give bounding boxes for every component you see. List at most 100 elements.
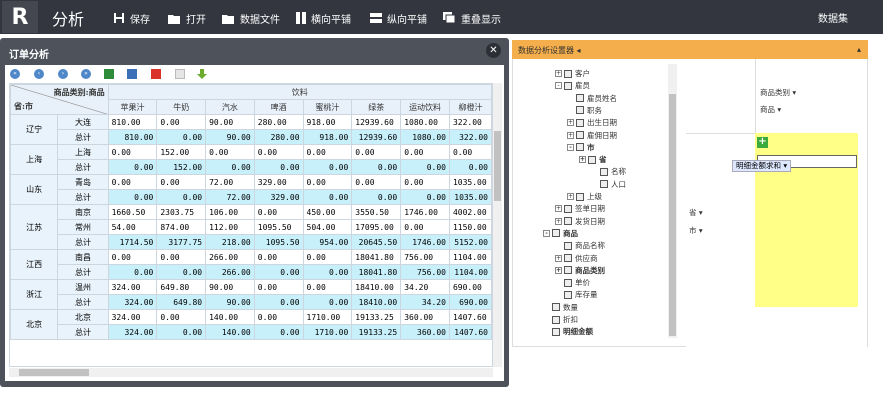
city-cell[interactable]: 常州	[57, 219, 109, 235]
value-cell[interactable]: 1080.00	[400, 114, 450, 130]
value-cell[interactable]: 90.00	[205, 294, 255, 310]
save-button[interactable]: 保存	[113, 9, 150, 27]
value-cell[interactable]: 0.00	[448, 159, 492, 175]
value-cell[interactable]: 0.00	[400, 219, 450, 235]
tree-item[interactable]: 数量	[543, 302, 578, 313]
value-cell[interactable]: 0.00	[156, 174, 207, 190]
value-cell[interactable]: 0.00	[302, 279, 353, 295]
tree-item[interactable]: - 雇员	[555, 80, 590, 91]
value-cell[interactable]: 0.00	[302, 174, 353, 190]
excel-export-icon[interactable]	[104, 69, 114, 79]
value-cell[interactable]: 1080.00	[400, 129, 450, 145]
value-cell[interactable]: 756.00	[400, 264, 450, 280]
value-cell[interactable]: 1714.50	[107, 234, 158, 250]
value-cell[interactable]: 20645.50	[351, 234, 402, 250]
tree-item[interactable]: 明细金额	[543, 326, 593, 337]
row-field-city[interactable]: 市 ▾	[689, 225, 703, 236]
tile-vertical-button[interactable]: 纵向平铺	[370, 9, 427, 27]
expand-icon[interactable]: +	[555, 70, 562, 77]
tree-item[interactable]: -市	[567, 142, 595, 153]
province-cell[interactable]: 辽宁	[10, 114, 59, 145]
value-cell[interactable]: 1104.00	[448, 264, 492, 280]
value-cell[interactable]: 152.00	[156, 144, 207, 160]
value-cell[interactable]: 0.00	[205, 159, 255, 175]
tree-scrollbar[interactable]	[668, 64, 677, 338]
value-cell[interactable]: 0.00	[253, 279, 304, 295]
column-header[interactable]: 牛奶	[156, 99, 207, 115]
value-cell[interactable]: 0.00	[156, 309, 207, 325]
value-cell[interactable]: 0.00	[156, 114, 207, 130]
city-cell[interactable]: 温州	[57, 279, 109, 295]
value-cell[interactable]: 360.00	[400, 309, 450, 325]
value-cell[interactable]: 12939.60	[351, 114, 402, 130]
value-cell[interactable]: 0.00	[156, 324, 207, 340]
close-icon[interactable]: ✕	[486, 43, 501, 58]
value-cell[interactable]: 106.00	[205, 204, 255, 220]
column-header[interactable]: 柳橙汁	[448, 99, 492, 115]
value-cell[interactable]: 90.00	[205, 114, 255, 130]
tree-item[interactable]: + 省	[579, 154, 607, 165]
value-cell[interactable]: 0.00	[400, 174, 450, 190]
value-cell[interactable]: 1035.00	[448, 174, 492, 190]
province-cell[interactable]: 江西	[10, 249, 59, 280]
row-field-province[interactable]: 省 ▾	[689, 207, 703, 218]
value-cell[interactable]: 18041.80	[351, 249, 402, 265]
province-cell[interactable]: 浙江	[10, 279, 59, 310]
value-cell[interactable]: 1710.00	[302, 309, 353, 325]
value-cell[interactable]: 0.00	[107, 144, 158, 160]
first-page-icon[interactable]: «	[10, 69, 20, 79]
tree-item[interactable]: + 雇佣日期	[567, 130, 617, 141]
tree-item[interactable]: + 签单日期	[555, 203, 605, 214]
value-cell[interactable]: 0.00	[400, 189, 450, 205]
city-cell[interactable]: 北京	[57, 309, 109, 325]
tree-item[interactable]: 库存量	[555, 289, 598, 300]
open-button[interactable]: 打开	[168, 9, 206, 27]
value-cell[interactable]: 0.00	[107, 174, 158, 190]
value-cell[interactable]: 0.00	[302, 144, 353, 160]
value-cell[interactable]: 18410.00	[351, 279, 402, 295]
column-header[interactable]: 运动饮料	[400, 99, 450, 115]
total-label[interactable]: 总计	[57, 234, 109, 250]
value-cell[interactable]: 90.00	[205, 279, 255, 295]
total-label[interactable]: 总计	[57, 324, 109, 340]
collapse-icon[interactable]: -	[567, 143, 574, 151]
tree-item[interactable]: + 出生日期	[567, 117, 617, 128]
tree-item[interactable]: 单价	[555, 277, 590, 288]
value-cell[interactable]: 0.00	[253, 264, 304, 280]
value-cell[interactable]: 0.00	[156, 264, 207, 280]
col-field-category[interactable]: 商品类别 ▾	[760, 87, 796, 98]
value-cell[interactable]: 0.00	[302, 264, 353, 280]
tree-item[interactable]: + 客户	[555, 68, 590, 79]
add-measure-button[interactable]: +	[757, 137, 768, 148]
dataset-label[interactable]: 数据集	[818, 10, 848, 25]
value-cell[interactable]: 280.00	[253, 129, 304, 145]
value-cell[interactable]: 0.00	[253, 324, 304, 340]
value-cell[interactable]: 0.00	[156, 189, 207, 205]
measure-tag[interactable]: 明细金额求和 ▾	[732, 160, 792, 172]
value-cell[interactable]: 324.00	[107, 309, 158, 325]
value-cell[interactable]: 329.00	[253, 174, 304, 190]
tree-item[interactable]: 人口	[591, 179, 626, 190]
value-cell[interactable]: 324.00	[107, 294, 158, 310]
province-cell[interactable]: 上海	[10, 144, 59, 175]
total-label[interactable]: 总计	[57, 159, 109, 175]
column-header[interactable]: 啤酒	[253, 99, 304, 115]
expand-icon[interactable]: +	[555, 254, 562, 262]
expand-icon[interactable]: +	[555, 266, 562, 274]
value-cell[interactable]: 690.00	[448, 279, 492, 295]
value-cell[interactable]: 19133.25	[351, 324, 402, 340]
value-cell[interactable]: 54.00	[107, 219, 158, 235]
value-cell[interactable]: 17095.00	[351, 219, 402, 235]
value-cell[interactable]: 280.00	[253, 114, 304, 130]
value-cell[interactable]: 0.00	[253, 294, 304, 310]
value-cell[interactable]: 690.00	[448, 294, 492, 310]
value-cell[interactable]: 18041.80	[351, 264, 402, 280]
value-cell[interactable]: 756.00	[400, 249, 450, 265]
value-cell[interactable]: 954.00	[302, 234, 353, 250]
value-cell[interactable]: 0.00	[400, 144, 450, 160]
city-cell[interactable]: 大连	[57, 114, 109, 130]
province-cell[interactable]: 北京	[10, 309, 59, 340]
value-cell[interactable]: 0.00	[448, 144, 492, 160]
total-label[interactable]: 总计	[57, 264, 109, 280]
tree-item[interactable]: + 商品类别	[555, 265, 605, 276]
